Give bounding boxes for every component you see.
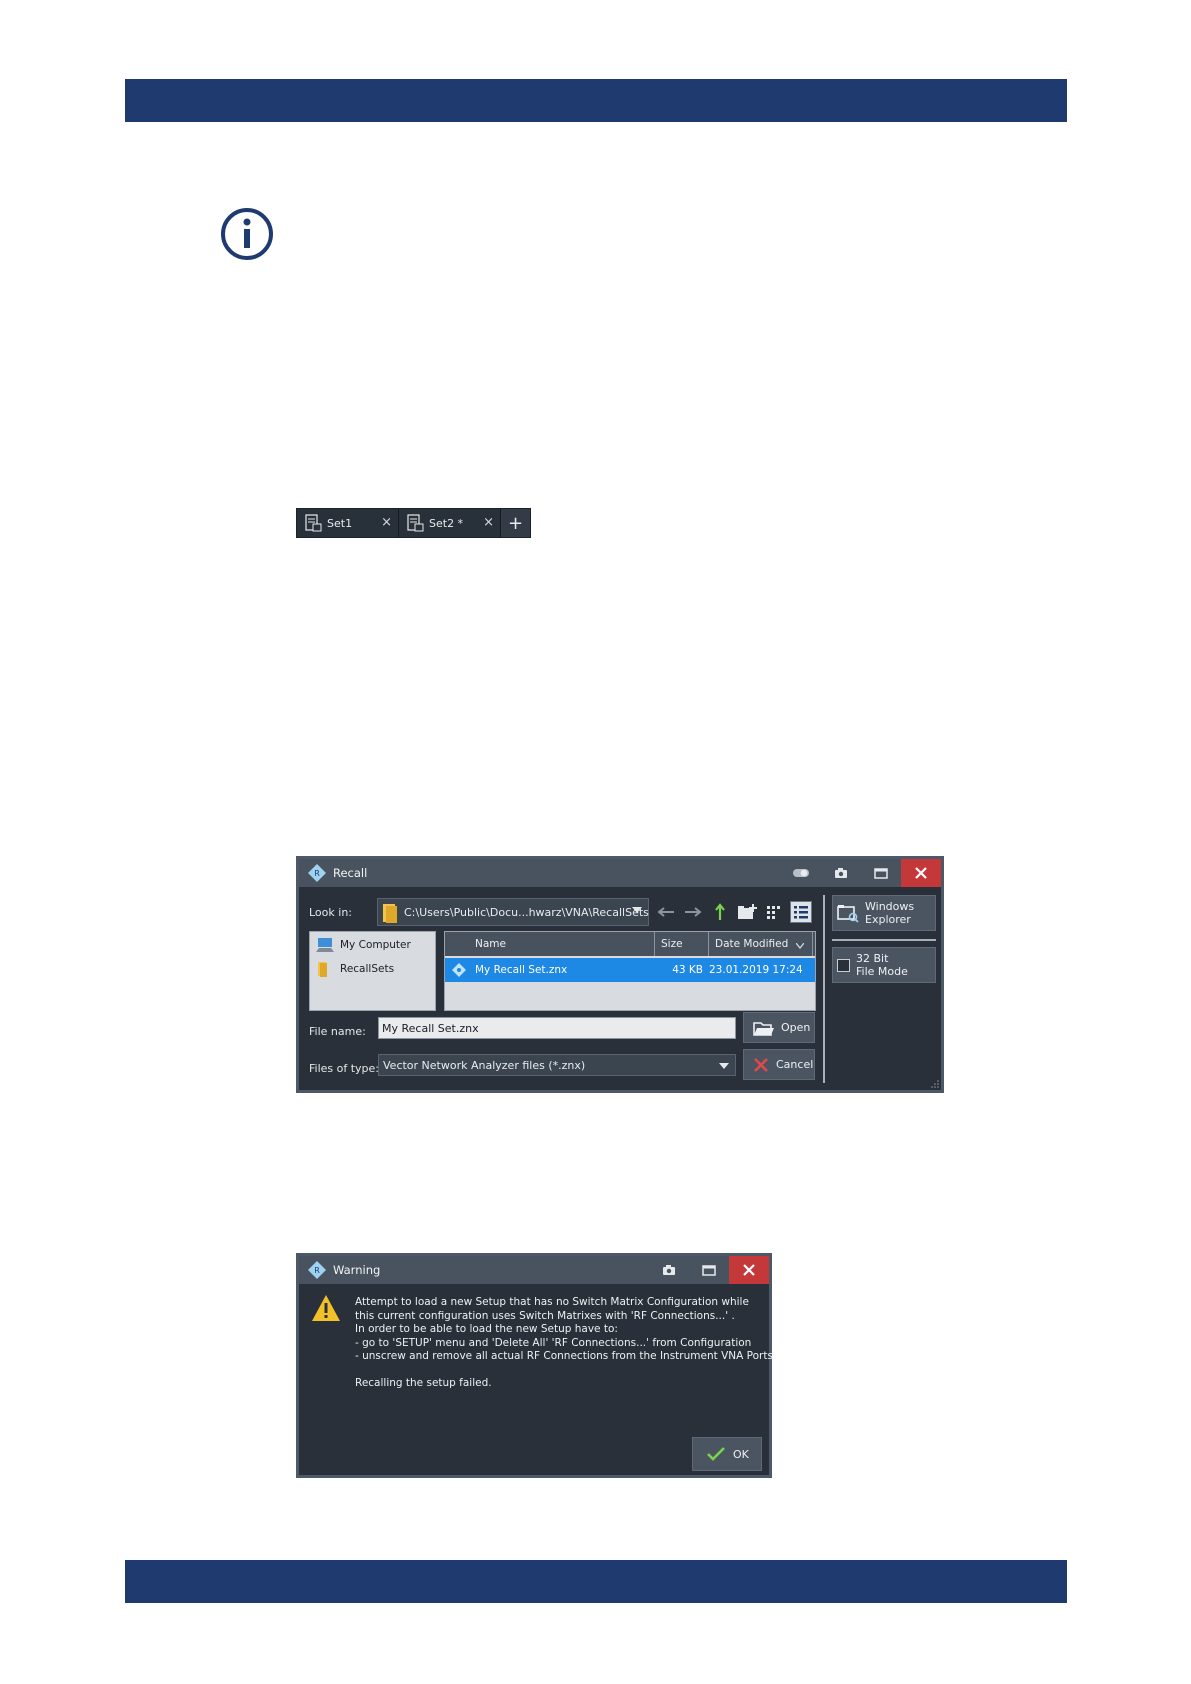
folder-icon xyxy=(318,962,327,977)
warning-message: Attempt to load a new Setup that has no … xyxy=(355,1296,777,1391)
svg-text:R: R xyxy=(314,869,320,878)
screenshot-camera-icon[interactable] xyxy=(649,1256,689,1284)
column-date-modified[interactable]: Date Modified xyxy=(709,932,813,956)
file-list-header: Name Size Date Modified xyxy=(445,932,815,956)
computer-icon xyxy=(316,938,334,952)
recall-dialog: R Recall Look in: C:\Users\Public\Docu..… xyxy=(296,856,944,1093)
setup-document-icon xyxy=(305,514,322,532)
checkbox-square[interactable] xyxy=(837,958,850,972)
cancel-button[interactable]: Cancel xyxy=(743,1049,815,1080)
checkmark-icon xyxy=(707,1447,725,1461)
chevron-down-icon xyxy=(719,1063,729,1069)
message-line: - go to 'SETUP' menu and 'Delete All' 'R… xyxy=(355,1336,752,1349)
files-of-type-combo[interactable]: Vector Network Analyzer files (*.znx) xyxy=(378,1054,736,1076)
close-icon[interactable] xyxy=(729,1256,769,1284)
32-bit-file-mode-checkbox[interactable]: 32 Bit File Mode xyxy=(832,947,936,983)
horizontal-divider xyxy=(832,939,936,941)
maximize-icon[interactable] xyxy=(861,859,901,887)
column-size[interactable]: Size xyxy=(655,932,709,956)
maximize-icon[interactable] xyxy=(689,1256,729,1284)
warning-titlebar: R Warning xyxy=(299,1256,769,1284)
open-button[interactable]: Open xyxy=(743,1012,815,1043)
look-in-combo[interactable]: C:\Users\Public\Docu...hwarz\VNA\RecallS… xyxy=(377,898,649,926)
chevron-down-icon xyxy=(632,907,642,913)
rs-logo-icon: R xyxy=(308,1261,326,1279)
file-name-input[interactable]: My Recall Set.znx xyxy=(378,1017,736,1039)
message-line: In order to be able to load the new Setu… xyxy=(355,1323,618,1335)
svg-text:R: R xyxy=(314,1266,320,1275)
setup-tab-strip: Set1 × Set2 * × + xyxy=(296,508,531,538)
setup-document-icon xyxy=(407,514,424,532)
look-in-path: C:\Users\Public\Docu...hwarz\VNA\RecallS… xyxy=(404,905,649,919)
detail-view-icon[interactable] xyxy=(790,901,812,923)
place-recallsets[interactable]: RecallSets xyxy=(316,961,394,977)
sort-chevron-icon xyxy=(796,943,804,949)
warning-triangle-icon xyxy=(312,1295,340,1321)
up-folder-arrow-icon[interactable] xyxy=(709,901,731,923)
ok-button[interactable]: OK xyxy=(692,1437,762,1471)
windows-explorer-button[interactable]: Windows Explorer xyxy=(832,895,936,931)
rs-logo-icon: R xyxy=(308,864,326,882)
cancel-x-icon xyxy=(754,1057,768,1072)
info-icon xyxy=(221,208,273,260)
screenshot-camera-icon[interactable] xyxy=(821,859,861,887)
explorer-folder-icon xyxy=(837,905,859,923)
resize-grip-icon[interactable] xyxy=(931,1080,939,1088)
rs-file-icon xyxy=(452,963,466,977)
message-line: Recalling the setup failed. xyxy=(355,1377,492,1389)
list-view-icon[interactable] xyxy=(763,901,785,923)
file-size-cell: 43 KB xyxy=(672,964,703,976)
footer-band xyxy=(125,1560,1067,1603)
message-line: Attempt to load a new Setup that has no … xyxy=(355,1296,749,1308)
places-panel: My Computer RecallSets xyxy=(309,931,436,1011)
files-of-type-label: Files of type: xyxy=(309,1062,380,1075)
forward-arrow-icon[interactable] xyxy=(682,901,704,923)
file-list: Name Size Date Modified My Recall Set.zn… xyxy=(444,931,816,1011)
place-my-computer[interactable]: My Computer xyxy=(316,937,411,953)
column-name[interactable]: Name xyxy=(445,932,655,956)
vertical-divider xyxy=(823,895,825,1083)
folder-icon xyxy=(383,904,397,923)
warning-dialog: R Warning Attempt to load a new Setup th… xyxy=(296,1253,777,1478)
message-line: - unscrew and remove all actual RF Conne… xyxy=(355,1350,777,1362)
message-line: this current configuration uses Switch M… xyxy=(355,1309,735,1322)
table-row[interactable]: My Recall Set.znx 43 KB 23.01.2019 17:24 xyxy=(445,958,815,982)
new-folder-icon[interactable] xyxy=(736,901,758,923)
file-name-label: File name: xyxy=(309,1025,366,1038)
tab-set1[interactable]: Set1 × xyxy=(297,509,399,537)
add-tab-button[interactable]: + xyxy=(501,509,530,537)
file-date-cell: 23.01.2019 17:24 xyxy=(709,964,803,976)
file-name-cell: My Recall Set.znx xyxy=(475,964,568,976)
header-band xyxy=(125,79,1067,122)
look-in-label: Look in: xyxy=(309,906,352,919)
tab-set2[interactable]: Set2 * × xyxy=(399,509,501,537)
close-icon[interactable] xyxy=(901,859,941,887)
dialog-title: Recall xyxy=(333,866,368,880)
open-folder-icon xyxy=(753,1021,774,1036)
tab-close-icon[interactable]: × xyxy=(381,515,392,530)
back-arrow-icon[interactable] xyxy=(655,901,677,923)
dialog-title: Warning xyxy=(333,1263,381,1277)
recall-titlebar: R Recall xyxy=(299,859,941,887)
tab-close-icon[interactable]: × xyxy=(483,515,494,530)
toggle-icon[interactable] xyxy=(781,859,821,887)
